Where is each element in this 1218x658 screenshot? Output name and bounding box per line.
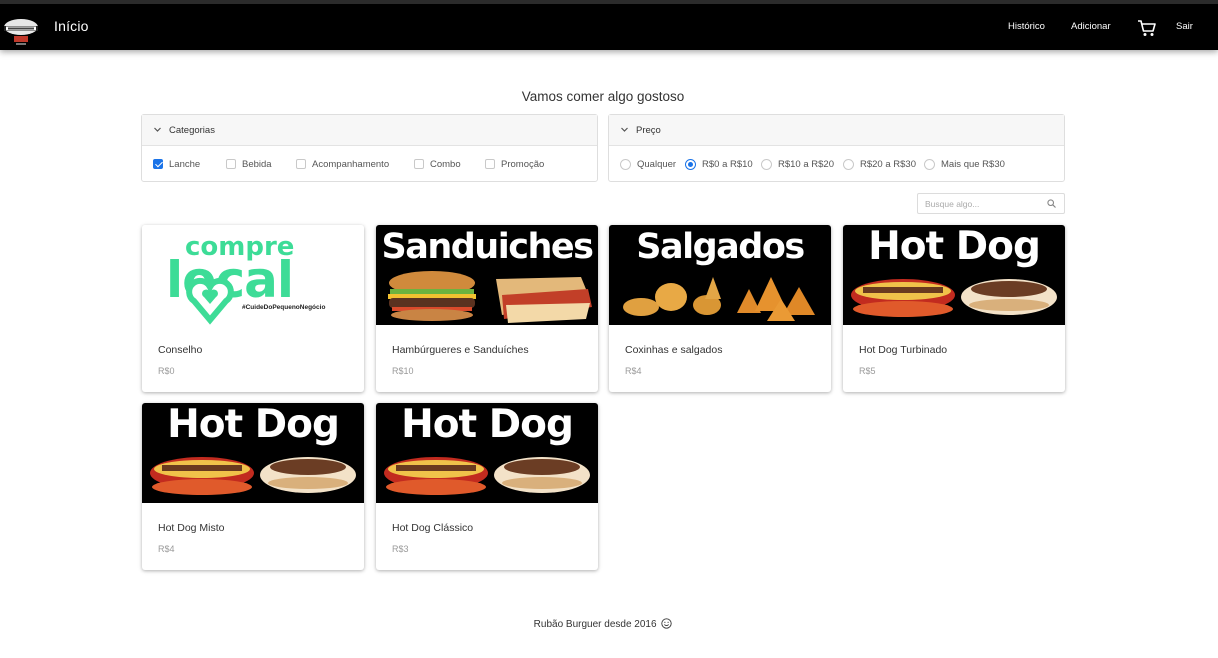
product-price: R$4: [625, 366, 642, 376]
hot-dog-icon: [384, 457, 590, 495]
product-card-hot-dog-classico[interactable]: Hot Dog Hot Dog Clássico R$3: [376, 403, 598, 570]
category-label: Bebida: [242, 158, 272, 170]
product-card-sanduiches[interactable]: Sanduiches Hambúrgueres e Sanduíches R$1…: [376, 225, 598, 392]
category-label: Lanche: [169, 158, 201, 170]
price-option-30-plus[interactable]: Mais que R$30: [924, 158, 1005, 170]
heart-pin-icon: [186, 277, 234, 325]
price-panel-header[interactable]: Preço: [609, 115, 1064, 146]
category-label: Promoção: [501, 158, 545, 170]
image-banner: Hot Dog: [167, 403, 340, 447]
history-link[interactable]: Histórico: [1008, 21, 1045, 32]
burger-and-sandwich-icon: [388, 271, 592, 323]
image-banner: Hot Dog: [868, 225, 1041, 269]
page-heading: Vamos comer algo gostoso: [521, 89, 685, 104]
category-option-lanche[interactable]: Lanche: [153, 158, 200, 170]
categories-title: Categorias: [169, 125, 215, 136]
category-option-promocao[interactable]: Promoção: [485, 158, 544, 170]
price-option-any[interactable]: Qualquer: [620, 158, 676, 170]
product-card-hot-dog-turbinado[interactable]: Hot Dog Hot Dog Turbinado R$5: [843, 225, 1065, 392]
burger-shop-logo[interactable]: [2, 14, 40, 48]
search-box: [917, 193, 1065, 214]
product-price: R$4: [158, 544, 175, 554]
product-card-conselho[interactable]: compre local #CuideDoPequenoNegócio Cons…: [142, 225, 364, 392]
product-image-salgados: Salgados: [609, 225, 831, 325]
category-option-acompanhamento[interactable]: Acompanhamento: [296, 158, 389, 170]
price-label: Qualquer: [637, 158, 677, 170]
price-label: R$0 a R$10: [702, 158, 753, 170]
compre-local-graphic: compre local #CuideDoPequenoNegócio: [166, 232, 325, 325]
categories-panel: Categorias Lanche Bebida Acompanhamento …: [141, 114, 598, 182]
checkbox-acompanhamento[interactable]: [296, 159, 306, 169]
checkbox-combo[interactable]: [414, 159, 424, 169]
footer-text: Rubão Burguer desde 2016: [533, 619, 657, 630]
coxinha-snacks-icon: [623, 277, 815, 321]
product-name: Hambúrgueres e Sanduíches: [392, 344, 529, 356]
product-price: R$3: [392, 544, 409, 554]
categories-panel-header[interactable]: Categorias: [142, 115, 597, 146]
home-link[interactable]: Início: [54, 18, 89, 34]
image-banner: Sanduiches: [381, 227, 594, 267]
radio-10-20[interactable]: [761, 158, 772, 170]
product-price: R$5: [859, 366, 876, 376]
cart-icon[interactable]: [1137, 19, 1157, 37]
footer: Rubão Burguer desde 2016: [0, 618, 1206, 630]
hot-dog-icon: [851, 279, 1057, 317]
price-panel: Preço Qualquer R$0 a R$10 R$10 a R$20 R$…: [608, 114, 1065, 182]
category-option-bebida[interactable]: Bebida: [226, 158, 272, 170]
product-card-hot-dog-misto[interactable]: Hot Dog Hot Dog Misto R$4: [142, 403, 364, 570]
category-label: Combo: [430, 158, 461, 170]
category-label: Acompanhamento: [312, 158, 390, 170]
product-name: Hot Dog Clássico: [392, 522, 474, 534]
image-banner: Hot Dog: [401, 403, 574, 447]
product-image-hot-dog: Hot Dog: [142, 403, 364, 503]
radio-20-30[interactable]: [843, 158, 854, 170]
price-title: Preço: [636, 125, 661, 136]
logout-link[interactable]: Sair: [1176, 21, 1193, 32]
checkbox-bebida[interactable]: [226, 159, 236, 169]
price-option-10-20[interactable]: R$10 a R$20: [761, 158, 834, 170]
price-label: R$10 a R$20: [778, 158, 834, 170]
search-input[interactable]: [918, 194, 1038, 213]
hot-dog-icon: [150, 457, 356, 495]
price-label: R$20 a R$30: [860, 158, 916, 170]
top-navbar: Início Histórico Adicionar Sair: [0, 0, 1218, 50]
image-banner: Salgados: [636, 227, 805, 267]
product-card-salgados[interactable]: Salgados Coxinhas e salgados R$4: [609, 225, 831, 392]
price-option-20-30[interactable]: R$20 a R$30: [843, 158, 916, 170]
radio-0-10[interactable]: [685, 158, 696, 170]
product-name: Hot Dog Turbinado: [859, 344, 948, 356]
checkbox-lanche[interactable]: [153, 159, 163, 169]
category-option-combo[interactable]: Combo: [414, 158, 461, 170]
search-icon[interactable]: [1047, 199, 1056, 208]
smile-icon: [661, 618, 672, 629]
product-image-compre-local: compre local #CuideDoPequenoNegócio: [142, 225, 364, 325]
product-name: Coxinhas e salgados: [625, 344, 723, 356]
price-option-0-10[interactable]: R$0 a R$10: [685, 158, 753, 170]
product-image-hot-dog: Hot Dog: [376, 403, 598, 503]
radio-any[interactable]: [620, 158, 631, 170]
product-image-hot-dog: Hot Dog: [843, 225, 1065, 325]
product-image-sanduiches: Sanduiches: [376, 225, 598, 325]
product-price: R$0: [158, 366, 175, 376]
price-label: Mais que R$30: [941, 158, 1005, 170]
chevron-down-icon: [621, 127, 628, 132]
product-price: R$10: [392, 366, 414, 376]
compre-local-tagline: #CuideDoPequenoNegócio: [242, 304, 325, 311]
checkbox-promocao[interactable]: [485, 159, 495, 169]
add-link[interactable]: Adicionar: [1071, 21, 1111, 32]
chevron-down-icon: [154, 127, 161, 132]
product-name: Hot Dog Misto: [158, 522, 225, 534]
product-name: Conselho: [158, 344, 203, 356]
radio-30-plus[interactable]: [924, 158, 935, 170]
